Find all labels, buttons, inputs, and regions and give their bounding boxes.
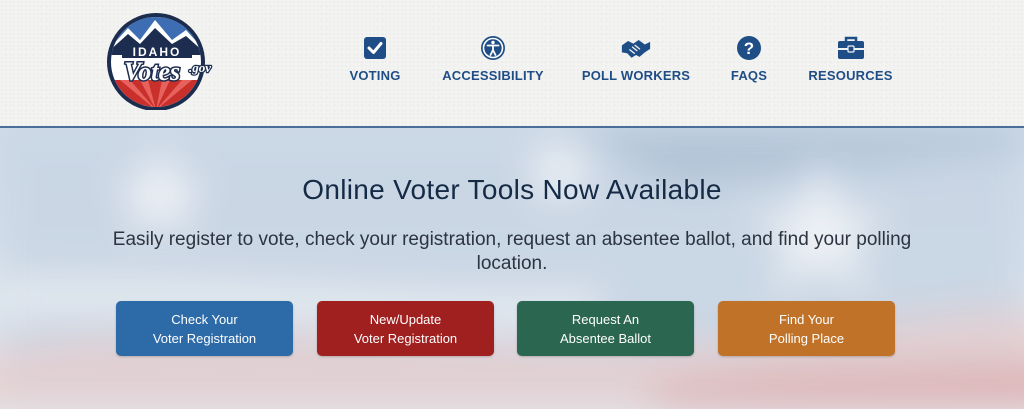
nav-item-poll-workers[interactable]: POLL WORKERS <box>582 34 690 83</box>
nav-item-voting[interactable]: VOTING <box>349 34 401 83</box>
hero-subtitle: Easily register to vote, check your regi… <box>112 229 912 274</box>
nav-label-poll-workers: POLL WORKERS <box>581 68 691 83</box>
check-registration-button[interactable]: Check Your Voter Registration <box>116 301 293 356</box>
nav-label-voting: VOTING <box>349 68 401 83</box>
find-polling-place-button[interactable]: Find Your Polling Place <box>718 301 895 356</box>
site-header: IDAHO Votes .gov VOTING ACCESSIBILITY PO… <box>0 0 1024 128</box>
new-update-registration-button[interactable]: New/Update Voter Registration <box>317 301 494 356</box>
nav-item-resources[interactable]: RESOURCES <box>808 34 892 83</box>
button-line-1: Check Your <box>171 311 238 327</box>
toolbox-icon <box>836 34 866 62</box>
button-line-2: Absentee Ballot <box>559 330 652 346</box>
button-line-2: Voter Registration <box>152 330 257 346</box>
hero-section: Online Voter Tools Now Available Easily … <box>0 128 1024 409</box>
svg-text:?: ? <box>744 39 754 58</box>
handshake-icon <box>621 34 651 62</box>
request-absentee-ballot-button[interactable]: Request An Absentee Ballot <box>517 301 694 356</box>
accessibility-icon <box>478 34 508 62</box>
button-line-2: Polling Place <box>768 330 845 346</box>
nav-item-faqs[interactable]: ? FAQS <box>731 34 767 83</box>
button-line-2: Voter Registration <box>353 330 458 346</box>
button-line-1: New/Update <box>369 311 442 327</box>
nav-label-faqs: FAQS <box>730 68 768 83</box>
main-nav: VOTING ACCESSIBILITY POLL WORKERS ? FAQS <box>0 34 1024 94</box>
nav-label-accessibility: ACCESSIBILITY <box>442 68 544 83</box>
checkbox-icon <box>360 34 390 62</box>
hero-title: Online Voter Tools Now Available <box>302 174 722 205</box>
button-line-1: Find Your <box>779 311 834 327</box>
nav-label-resources: RESOURCES <box>808 68 893 83</box>
nav-item-accessibility[interactable]: ACCESSIBILITY <box>442 34 544 83</box>
question-icon: ? <box>734 34 764 62</box>
button-line-1: Request An <box>571 311 640 327</box>
